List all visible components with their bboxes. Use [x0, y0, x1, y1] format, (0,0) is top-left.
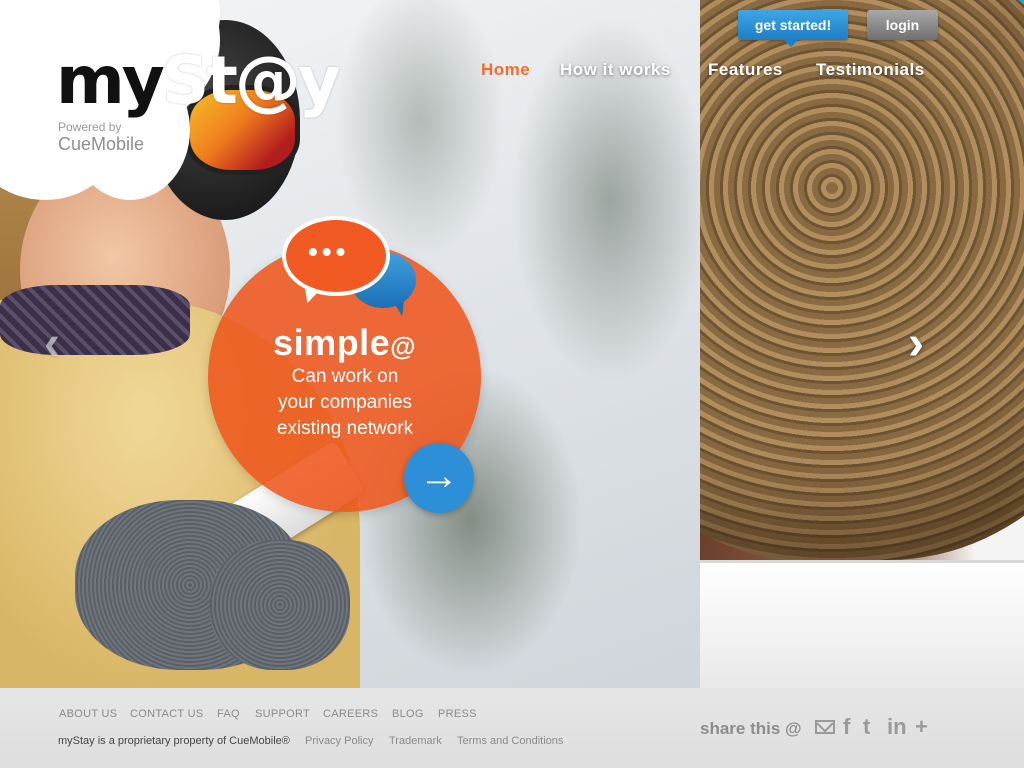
share-label: share this @	[700, 719, 802, 738]
feature-description: Can work on your companies existing netw…	[240, 364, 450, 442]
hero-slide-sunhat	[700, 0, 1024, 688]
get-started-button[interactable]: get started!	[738, 10, 848, 47]
hero-image-glove	[210, 540, 350, 670]
nav-testimonials[interactable]: Testimonials	[816, 60, 925, 80]
logo-text-stay: St@y	[161, 42, 341, 119]
feature-line: your companies	[277, 392, 413, 413]
privacy-policy-link[interactable]: Privacy Policy	[305, 735, 373, 747]
nav-home[interactable]: Home	[481, 60, 530, 80]
footer: ABOUT US CONTACT US FAQ SUPPORT CAREERS …	[0, 688, 1024, 768]
carousel-next-icon[interactable]: ›	[908, 316, 924, 371]
linkedin-icon[interactable]: in	[887, 716, 907, 738]
footer-link-about-us[interactable]: ABOUT US	[59, 708, 117, 720]
footer-link-faq[interactable]: FAQ	[217, 708, 240, 720]
login-button[interactable]: login	[867, 10, 938, 40]
nav-how-it-works[interactable]: How it works	[560, 60, 671, 80]
feature-title-text: simple	[273, 322, 391, 363]
footer-link-contact-us[interactable]: CONTACT US	[130, 708, 204, 720]
footer-link-press[interactable]: PRESS	[438, 708, 477, 720]
feature-title: simple@	[208, 322, 481, 364]
hero-image-straw-hat	[700, 0, 1024, 560]
copyright-text: myStay is a proprietary property of CueM…	[58, 735, 290, 747]
powered-by-label: Powered by	[58, 120, 122, 134]
mail-icon[interactable]	[815, 720, 835, 734]
hero-image-lounge-chair	[700, 560, 1024, 688]
feature-arrow-button[interactable]: →	[404, 443, 474, 513]
nav-features[interactable]: Features	[708, 60, 783, 80]
hero-carousel: mySt@y Powered by CueMobile get started!…	[0, 0, 1024, 688]
plus-icon[interactable]: +	[915, 716, 928, 738]
site-logo[interactable]: mySt@y	[56, 48, 341, 114]
hero-image-scarf	[0, 285, 190, 355]
logo-text-my: my	[56, 42, 165, 119]
facebook-icon[interactable]: f	[843, 716, 850, 738]
footer-link-careers[interactable]: CAREERS	[323, 708, 378, 720]
carousel-prev-icon[interactable]: ‹	[44, 316, 60, 371]
feature-line: existing network	[276, 418, 414, 439]
footer-link-blog[interactable]: BLOG	[392, 708, 424, 720]
company-name: CueMobile	[58, 134, 145, 154]
chat-bubble-icon: •••	[282, 216, 390, 296]
feature-title-at: @	[390, 331, 416, 361]
twitter-icon[interactable]: t	[863, 716, 870, 738]
footer-link-support[interactable]: SUPPORT	[255, 708, 310, 720]
feature-line: Can work on	[291, 366, 399, 387]
terms-link[interactable]: Terms and Conditions	[457, 735, 563, 747]
trademark-link[interactable]: Trademark	[389, 735, 442, 747]
